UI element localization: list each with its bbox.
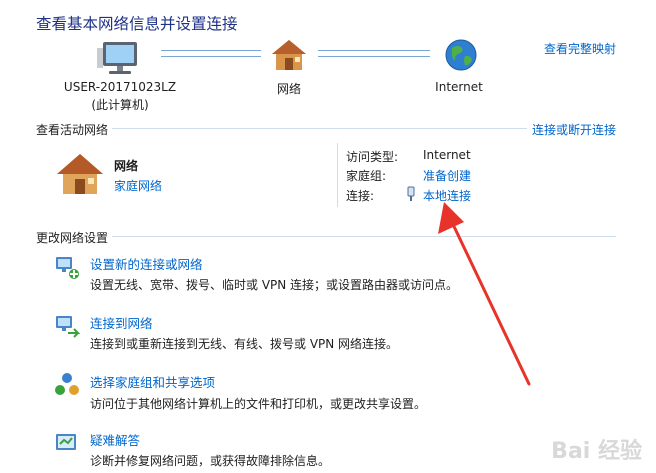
computer-icon	[97, 40, 143, 76]
task-homegroup-link[interactable]: 选择家庭组和共享选项	[90, 372, 215, 391]
connect-network-icon	[54, 313, 81, 339]
connection-label: 连接:	[346, 189, 375, 203]
map-link-line-2b	[318, 56, 430, 57]
globe-icon	[444, 38, 478, 72]
settings-heading-divider	[112, 236, 616, 237]
task-setup-connection-desc: 设置无线、宽带、拨号、临时或 VPN 连接；或设置路由器或访问点。	[90, 278, 459, 292]
troubleshoot-icon	[54, 430, 80, 456]
new-connection-icon	[54, 254, 80, 280]
active-heading-divider	[112, 128, 527, 129]
map-link-line-2	[318, 50, 430, 51]
homegroup-icon	[54, 372, 80, 398]
task-setup-connection-link[interactable]: 设置新的连接或网络	[90, 254, 203, 273]
access-type-value: Internet	[423, 148, 471, 162]
map-link-line-1	[161, 50, 261, 51]
change-settings-heading: 更改网络设置	[36, 231, 109, 245]
task-troubleshoot-link[interactable]: 疑难解答	[90, 430, 140, 449]
active-networks-heading: 查看活动网络	[36, 123, 109, 137]
task-connect-network-desc: 连接到或重新连接到无线、有线、拨号或 VPN 网络连接。	[90, 337, 399, 351]
homegroup-label: 家庭组:	[346, 169, 387, 183]
task-homegroup-desc: 访问位于其他网络计算机上的文件和打印机，或更改共享设置。	[90, 397, 427, 411]
active-network-name: 网络	[114, 159, 139, 173]
connect-disconnect-link[interactable]: 连接或断开连接	[532, 121, 616, 138]
map-link-line-1b	[161, 56, 261, 57]
network-node-label[interactable]: 网络	[259, 80, 319, 97]
full-map-link[interactable]: 查看完整映射	[544, 40, 616, 57]
computer-name: USER-20171023LZ	[63, 80, 177, 94]
computer-sub: (此计算机)	[91, 98, 149, 112]
access-type-label: 访问类型:	[346, 150, 399, 164]
home-network-icon	[55, 152, 105, 196]
house-icon	[270, 38, 308, 72]
internet-node-label[interactable]: Internet	[424, 80, 494, 94]
homegroup-link[interactable]: 准备创建	[423, 167, 471, 184]
task-connect-network-link[interactable]: 连接到网络	[90, 313, 153, 332]
active-vertical-divider	[337, 143, 338, 207]
baidu-watermark: Bai 经验	[551, 439, 642, 464]
ethernet-icon	[406, 186, 416, 202]
page-title: 查看基本网络信息并设置连接	[36, 15, 238, 33]
network-type-link[interactable]: 家庭网络	[114, 177, 162, 194]
annotation-arrow	[438, 202, 531, 386]
task-troubleshoot-desc: 诊断并修复网络问题，或获得故障排除信息。	[90, 454, 331, 468]
